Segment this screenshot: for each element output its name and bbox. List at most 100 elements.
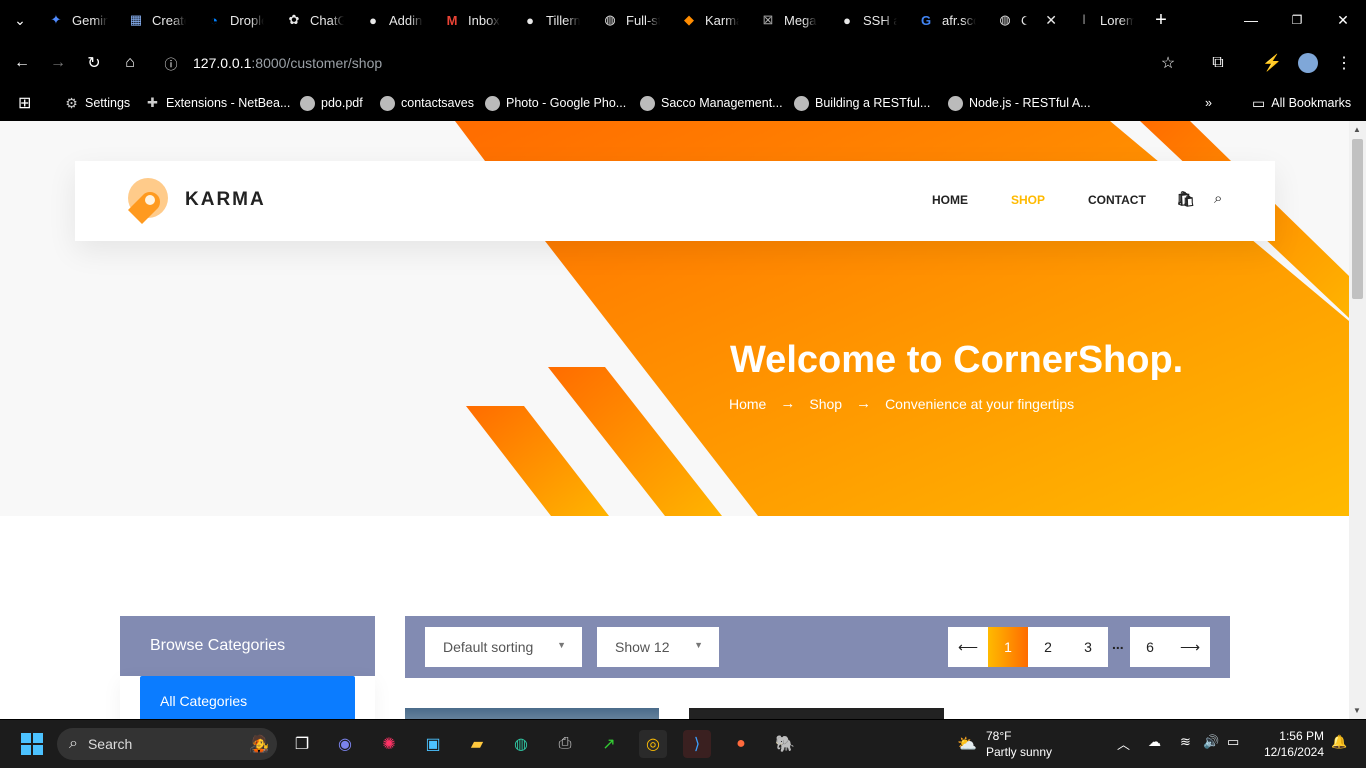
- bookmark-nodejs[interactable]: Node.js - RESTful A...: [948, 92, 1091, 114]
- lorem-icon: Ⅰ: [1082, 12, 1086, 27]
- tab-tillerm[interactable]: ● Tillerm: [522, 8, 580, 32]
- tab-label: afr.sco: [942, 12, 976, 28]
- restore-icon[interactable]: ❐: [1287, 10, 1307, 30]
- weather-widget[interactable]: 78°F Partly sunny: [986, 728, 1052, 760]
- bookmark-photo[interactable]: Photo - Google Pho...: [485, 92, 626, 114]
- github-icon: ●: [526, 12, 534, 28]
- bookmark-extensions[interactable]: ✚ Extensions - NetBea...: [145, 92, 290, 114]
- weather-icon[interactable]: ⛅: [953, 730, 981, 758]
- chevron-up-icon[interactable]: ︿: [1117, 734, 1130, 753]
- taskbar-search[interactable]: ⌕ Search 🧑‍🎤: [57, 728, 277, 760]
- karma-logo-icon[interactable]: [120, 176, 172, 228]
- next-arrow-icon[interactable]: ⟶: [1170, 627, 1210, 667]
- windows-start-icon[interactable]: [18, 730, 46, 758]
- tab-adding[interactable]: ● Adding: [365, 8, 423, 32]
- category-all[interactable]: All Categories: [140, 676, 355, 719]
- file-explorer-icon[interactable]: ▰: [463, 730, 491, 758]
- site-info-icon[interactable]: ⓘ: [160, 52, 182, 74]
- globe-icon: [794, 95, 809, 111]
- home-icon[interactable]: ⌂: [119, 52, 141, 74]
- apps-grid-icon[interactable]: ⊞: [18, 92, 31, 114]
- page-2[interactable]: 2: [1028, 627, 1068, 667]
- page-viewport: KARMA HOME SHOP CONTACT 🛍 ⌕ Welcome to C…: [0, 121, 1349, 719]
- globe-icon: [640, 95, 655, 111]
- product-image[interactable]: [689, 708, 944, 719]
- bookmark-contactsaves[interactable]: contactsaves: [380, 92, 474, 114]
- notification-bell-icon[interactable]: 🔔: [1331, 734, 1347, 750]
- breadcrumb-home[interactable]: Home: [729, 396, 766, 412]
- nav-shop[interactable]: SHOP: [1011, 193, 1045, 207]
- globe-icon: [380, 95, 395, 111]
- printer-icon[interactable]: ⎙: [551, 730, 579, 758]
- close-tab-icon[interactable]: ✕: [1045, 12, 1057, 29]
- tab-mega[interactable]: ⊠ Mega: [760, 8, 818, 32]
- breadcrumb-shop[interactable]: Shop: [809, 396, 842, 412]
- nav-home[interactable]: HOME: [932, 193, 968, 207]
- chrome-icon[interactable]: ◎: [639, 730, 667, 758]
- scroll-down-icon[interactable]: ▼: [1353, 706, 1361, 715]
- tab-afr[interactable]: G afr.sco: [918, 8, 976, 32]
- vscode-icon[interactable]: ⟩: [683, 730, 711, 758]
- postgres-icon[interactable]: 🐘: [771, 730, 799, 758]
- tab-karma[interactable]: ◆ Karma: [681, 8, 739, 32]
- bookmark-sacco[interactable]: Sacco Management...: [640, 92, 783, 114]
- close-window-icon[interactable]: ✕: [1333, 10, 1353, 30]
- profile-avatar[interactable]: [1297, 52, 1319, 74]
- page-3[interactable]: 3: [1068, 627, 1108, 667]
- all-bookmarks-label: All Bookmarks: [1271, 96, 1352, 110]
- minimize-icon[interactable]: —: [1241, 10, 1261, 30]
- page-6[interactable]: 6: [1130, 627, 1170, 667]
- bookmark-pdo[interactable]: pdo.pdf: [300, 92, 363, 114]
- page-scrollbar[interactable]: ▲ ▼: [1349, 121, 1366, 719]
- product-image[interactable]: [405, 708, 659, 719]
- page-1[interactable]: 1: [988, 627, 1028, 667]
- globe-icon: ◍: [999, 12, 1011, 27]
- prev-arrow-icon[interactable]: ⟵: [948, 627, 988, 667]
- all-bookmarks[interactable]: ▭ All Bookmarks: [1252, 92, 1351, 114]
- scrollbar-thumb[interactable]: [1352, 139, 1363, 299]
- edge-icon[interactable]: ◍: [507, 730, 535, 758]
- tab-ssh[interactable]: ● SSH a: [839, 8, 897, 32]
- tab-chatgpt[interactable]: ✿ ChatGPT: [286, 8, 344, 32]
- extensions-puzzle-icon[interactable]: ⧉: [1207, 52, 1229, 74]
- gear-icon: ⚙: [65, 94, 78, 111]
- store-icon[interactable]: ▣: [419, 730, 447, 758]
- tab-droplet[interactable]: ◔ Droplet: [206, 8, 264, 32]
- address-bar[interactable]: ⓘ 127.0.0.1:8000/customer/shop: [160, 47, 1190, 79]
- search-icon[interactable]: ⌕: [1214, 190, 1222, 207]
- clock[interactable]: 1:56 PM 12/16/2024: [1262, 728, 1324, 760]
- tab-gemini[interactable]: ✦ Gemini: [48, 8, 108, 32]
- task-view-icon[interactable]: ❐: [288, 730, 316, 758]
- menu-kebab-icon[interactable]: ⋮: [1333, 52, 1355, 74]
- extension-icon[interactable]: ⚡: [1261, 52, 1283, 74]
- tab-inbox[interactable]: M Inbox: [444, 8, 502, 32]
- brand-name[interactable]: KARMA: [185, 189, 266, 211]
- copilot-icon[interactable]: ✺: [375, 730, 403, 758]
- breadcrumb-tagline: Convenience at your fingertips: [885, 395, 1075, 412]
- volume-icon[interactable]: 🔊: [1203, 734, 1219, 750]
- show-count-select[interactable]: Show 12 ▼: [597, 627, 719, 667]
- cloud-offline-icon[interactable]: ☁: [1148, 734, 1161, 750]
- reload-icon[interactable]: ↻: [83, 52, 105, 74]
- tab-search-chevron-icon[interactable]: ⌄: [10, 10, 30, 30]
- stocks-icon[interactable]: ↗: [595, 730, 623, 758]
- search-highlight-icon: 🧑‍🎤: [249, 736, 269, 753]
- more-bookmarks-icon[interactable]: »: [1205, 92, 1212, 114]
- sorting-select[interactable]: Default sorting ▼: [425, 627, 582, 667]
- nav-contact[interactable]: CONTACT: [1088, 193, 1146, 207]
- new-tab-plus-icon[interactable]: +: [1151, 9, 1171, 31]
- tab-create[interactable]: ▦ Create: [128, 8, 186, 32]
- tab-active[interactable]: ◍ C ✕: [997, 8, 1057, 32]
- meet-icon[interactable]: ◉: [331, 730, 359, 758]
- cart-icon[interactable]: 🛍: [1176, 190, 1195, 208]
- bookmark-restful[interactable]: Building a RESTful...: [794, 92, 930, 114]
- back-icon[interactable]: ←: [11, 52, 33, 74]
- postman-icon[interactable]: ●: [727, 730, 755, 758]
- forward-icon[interactable]: →: [47, 52, 69, 74]
- battery-icon[interactable]: ▭: [1227, 734, 1239, 750]
- bookmark-settings[interactable]: ⚙ Settings: [64, 92, 130, 114]
- wifi-icon[interactable]: ≋: [1180, 734, 1191, 750]
- tab-lorem[interactable]: Ⅰ Lorem: [1076, 8, 1134, 32]
- scroll-up-icon[interactable]: ▲: [1353, 125, 1361, 134]
- tab-full-stack[interactable]: ◍ Full-st: [602, 8, 660, 32]
